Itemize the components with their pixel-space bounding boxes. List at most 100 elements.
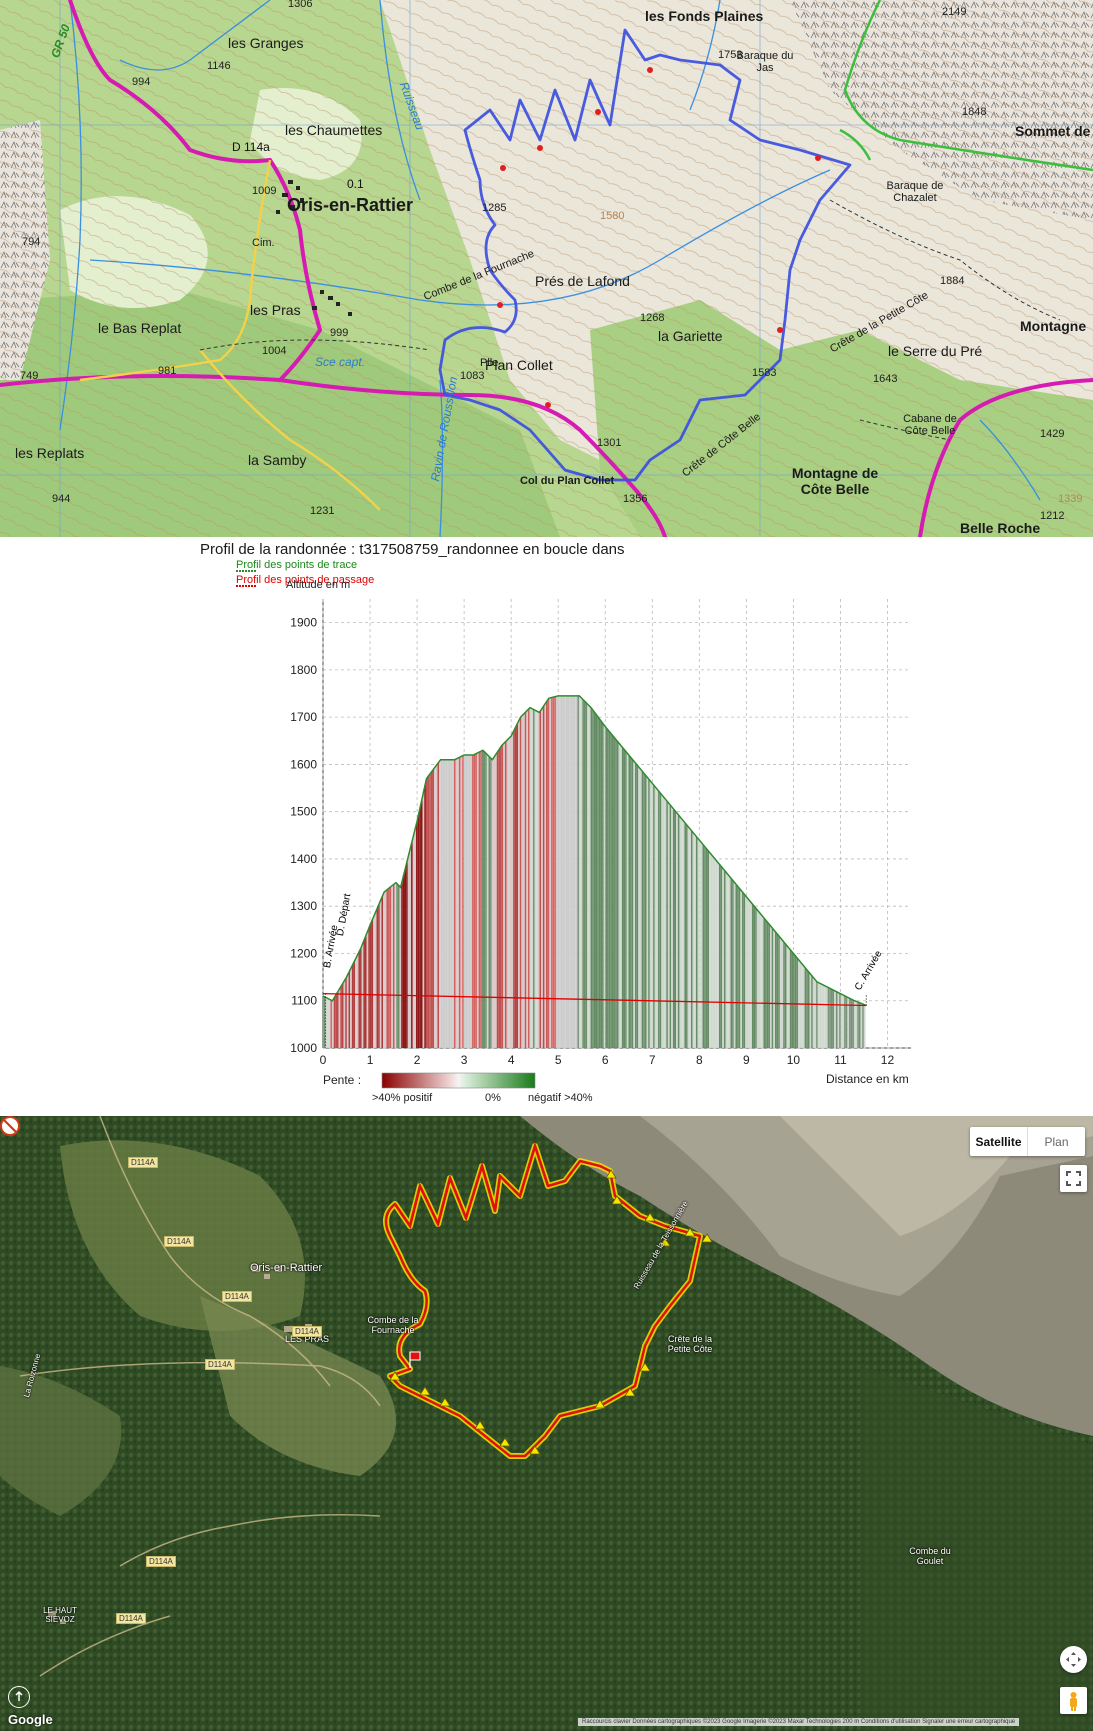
x-tick-label: 0	[320, 1053, 327, 1067]
sat-label: Oris-en-Rattier	[250, 1262, 323, 1274]
no-entry-icon[interactable]	[0, 1116, 20, 1136]
tab-plan[interactable]: Plan	[1027, 1127, 1085, 1156]
place-label: Cabane de Côte Belle	[903, 413, 957, 437]
slope-gradient-bar	[381, 1072, 536, 1089]
altitude-label: 1306	[288, 0, 313, 10]
altitude-label: 749	[20, 370, 39, 382]
x-tick-label: 7	[649, 1053, 656, 1067]
place-label: Cim.	[252, 237, 275, 249]
place-label: les Granges	[228, 35, 304, 51]
elevation-profile: 1000 1100 1200 1300 1400 1500 1600 1700 1800 1900…	[0, 537, 1093, 1109]
altitude-label: 1583	[752, 367, 777, 379]
altitude-label: 1429	[1040, 428, 1065, 440]
road-shield: D114A	[205, 1359, 235, 1370]
y-tick-label: 1600	[290, 757, 317, 771]
altitude-label: 1301	[597, 437, 622, 449]
place-label: Baraque du Jas	[736, 50, 794, 74]
sat-label: Combe de la Fournache	[367, 1315, 419, 1335]
y-tick-label: 1100	[291, 994, 317, 1008]
x-tick-label: 10	[787, 1053, 801, 1067]
x-tick-label: 5	[555, 1053, 562, 1067]
info-icon[interactable]	[8, 1686, 30, 1708]
x-tick-label: 8	[696, 1053, 703, 1067]
y-tick-label: 1000	[290, 1041, 317, 1055]
road-shield: D114A	[128, 1157, 158, 1168]
map-type-toggle[interactable]: Satellite Plan	[970, 1127, 1085, 1156]
y-tick-label: 1400	[290, 852, 317, 866]
place-label: les Chaumettes	[285, 122, 383, 138]
x-tick-label: 9	[743, 1053, 750, 1067]
x-tick-label: 1	[367, 1053, 374, 1067]
place-label: les Fonds Plaines	[645, 8, 764, 24]
y-tick-label: 1200	[290, 946, 317, 960]
x-tick-label: 4	[508, 1053, 515, 1067]
place-label-town: Oris-en-Rattier	[287, 195, 414, 215]
map-attribution[interactable]: Raccourcis clavier Données cartographiqu…	[578, 1718, 1020, 1726]
legend-track: Profil des points de trace	[236, 559, 358, 571]
place-label: Baraque de Chazalet	[886, 180, 944, 204]
tab-satellite[interactable]: Satellite	[970, 1127, 1027, 1156]
slope-zero-label: 0%	[485, 1092, 501, 1104]
altitude-label: 1848	[962, 106, 987, 118]
place-label: la Gariette	[658, 328, 723, 344]
x-tick-label: 11	[834, 1053, 847, 1067]
altitude-label: 1356	[623, 493, 648, 505]
altitude-label: 1285	[482, 202, 507, 214]
altitude-label: 1339	[1058, 493, 1083, 505]
altitude-label: 994	[132, 76, 151, 88]
slope-negative-label: négatif >40%	[528, 1092, 593, 1104]
road-label: 0.1	[347, 177, 364, 191]
street-view-button[interactable]	[1060, 1687, 1087, 1714]
y-tick-label: 1800	[290, 663, 317, 677]
altitude-label: 999	[330, 327, 349, 339]
satellite-map[interactable]: Oris-en-Rattier LES PRAS Combe de la Fou…	[0, 1116, 1093, 1731]
sat-label: Crête de la Petite Côte	[667, 1334, 713, 1354]
place-label: Sommet de	[1015, 123, 1091, 139]
google-logo: Google	[8, 1712, 53, 1727]
place-label: Belle Roche	[960, 520, 1041, 536]
place-label: les Replats	[15, 445, 85, 461]
road-shield: D114A	[222, 1291, 252, 1302]
slope-label: Pente :	[323, 1073, 362, 1087]
altitude-label: 1753	[718, 49, 743, 61]
altitude-label: 794	[22, 236, 41, 248]
altitude-label: 944	[52, 493, 71, 505]
x-axis-label: Distance en km	[826, 1072, 909, 1086]
altitude-label: 1083	[460, 370, 485, 382]
fullscreen-icon	[1066, 1171, 1081, 1186]
x-tick-label: 3	[461, 1053, 468, 1067]
info-glyph	[15, 1690, 23, 1701]
y-tick-label: 1700	[290, 710, 317, 724]
profile-chart: 1000110012001300140015001600170018001900…	[236, 570, 911, 1089]
sat-label: Combe du Goulet	[909, 1546, 951, 1566]
place-label: Plle	[480, 357, 499, 369]
altitude-label: 1009	[252, 185, 277, 197]
camera-control-icon	[1066, 1652, 1081, 1667]
place-label: la Samby	[248, 452, 307, 468]
topo-map-canvas	[0, 0, 1093, 537]
y-tick-label: 1900	[290, 616, 317, 630]
place-label: le Bas Replat	[98, 320, 182, 336]
altitude-label: 1004	[262, 345, 287, 357]
y-tick-label: 1300	[290, 899, 317, 913]
altitude-label: 1231	[310, 505, 335, 517]
fullscreen-button[interactable]	[1060, 1165, 1087, 1192]
place-label: les Pras	[250, 302, 301, 318]
altitude-label: 981	[158, 365, 177, 377]
x-tick-label: 6	[602, 1053, 609, 1067]
place-label: Montagne de Côte Belle	[791, 465, 879, 497]
altitude-label: 1212	[1040, 510, 1065, 522]
altitude-label: 1268	[640, 312, 665, 324]
pegman-icon	[1070, 1692, 1077, 1711]
place-label: Montagne	[1020, 318, 1087, 334]
place-label: Col du Plan Collet	[520, 475, 615, 487]
camera-control-button[interactable]	[1060, 1646, 1087, 1673]
road-shield: D114A	[146, 1556, 176, 1567]
altitude-label: 1146	[207, 60, 231, 72]
place-label: Prés de Lafond	[535, 273, 630, 289]
profile-title: Profil de la randonnée : t317508759_rand…	[200, 541, 625, 558]
place-label: le Serre du Pré	[888, 343, 983, 359]
topo-map[interactable]: les Granges les Chaumettes Oris-en-Ratti…	[0, 0, 1093, 537]
altitude-label: 2149	[942, 6, 967, 18]
x-tick-label: 2	[414, 1053, 421, 1067]
